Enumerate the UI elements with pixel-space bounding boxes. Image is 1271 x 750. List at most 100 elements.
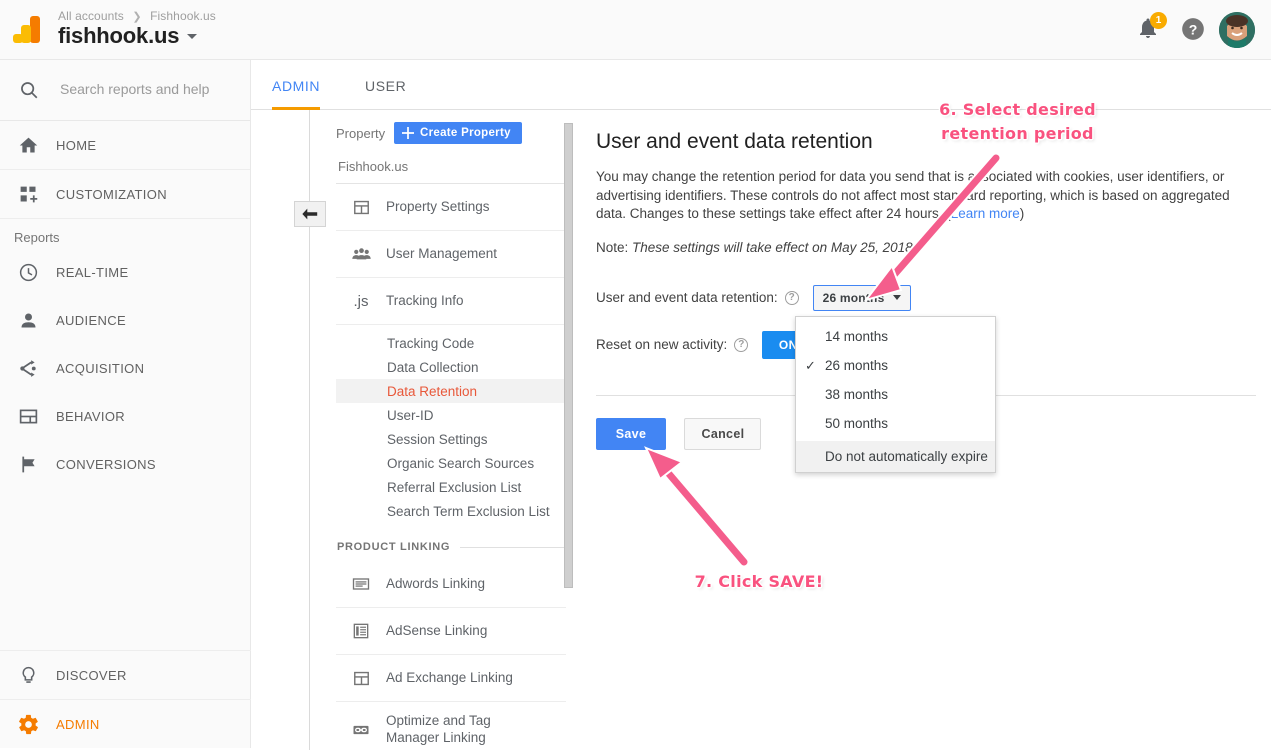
- dropdown-option-50-months[interactable]: 50 months: [796, 409, 995, 438]
- help-icon[interactable]: ?: [734, 337, 749, 352]
- property-row-adwords-linking[interactable]: Adwords Linking: [336, 561, 566, 608]
- sublink-search-term-exclusion-list[interactable]: Search Term Exclusion List: [336, 499, 566, 523]
- customization-icon: [0, 184, 56, 205]
- create-property-button[interactable]: Create Property: [394, 122, 522, 144]
- sidebar-item-admin[interactable]: ADMIN: [0, 699, 251, 748]
- breadcrumb-property[interactable]: Fishhook.us: [150, 9, 216, 23]
- property-row-tracking-info[interactable]: .js Tracking Info: [336, 278, 566, 325]
- tab-user[interactable]: USER: [365, 60, 406, 110]
- reset-field-label: Reset on new activity:: [596, 337, 728, 352]
- dropdown-option-38-months[interactable]: 38 months: [796, 380, 995, 409]
- reports-group: Reports REAL-TIME AUDIENCE ACQUISITION B…: [0, 219, 250, 488]
- dropdown-option-do-not-expire[interactable]: Do not automatically expire: [796, 441, 995, 472]
- product-linking-header: PRODUCT LINKING: [337, 541, 566, 553]
- link-icon: [336, 720, 386, 740]
- breadcrumb-separator: ❯: [132, 11, 142, 23]
- annotation-arrow-7: [644, 446, 750, 568]
- create-property-label: Create Property: [420, 127, 511, 139]
- breadcrumb-all-accounts[interactable]: All accounts: [58, 9, 124, 23]
- tab-admin-label: ADMIN: [272, 78, 321, 94]
- property-row-optimize-tag-manager-linking-label: Optimize and Tag Manager Linking: [386, 712, 491, 745]
- sublink-user-id[interactable]: User-ID: [336, 403, 566, 427]
- sidebar-item-acquisition[interactable]: ACQUISITION: [0, 344, 250, 392]
- property-row-adsense-linking[interactable]: AdSense Linking: [336, 608, 566, 655]
- clock-icon: [0, 262, 56, 283]
- property-row-property-settings[interactable]: Property Settings: [336, 184, 566, 231]
- retention-field-label: User and event data retention:: [596, 290, 778, 305]
- person-icon: [0, 310, 56, 331]
- sublink-session-settings[interactable]: Session Settings: [336, 427, 566, 451]
- dropdown-option-26-months[interactable]: 26 months: [796, 351, 995, 380]
- sublink-data-retention[interactable]: Data Retention: [336, 379, 566, 403]
- notifications-button[interactable]: 1: [1136, 12, 1167, 44]
- property-name[interactable]: Fishhook.us: [336, 150, 566, 184]
- product-linking-header-label: PRODUCT LINKING: [337, 541, 451, 553]
- cancel-button[interactable]: Cancel: [684, 417, 762, 450]
- sidebar-item-audience[interactable]: AUDIENCE: [0, 296, 250, 344]
- save-button[interactable]: Save: [596, 417, 666, 450]
- note-label: Note:: [596, 239, 633, 255]
- sublink-tracking-code[interactable]: Tracking Code: [336, 331, 566, 355]
- sidebar-item-discover-label: DISCOVER: [56, 667, 127, 683]
- sidebar-item-admin-label: ADMIN: [56, 716, 100, 732]
- property-row-optimize-tag-manager-linking[interactable]: Optimize and Tag Manager Linking: [336, 702, 566, 748]
- property-settings-icon: [336, 198, 386, 217]
- search-input[interactable]: Search reports and help: [0, 60, 250, 121]
- avatar[interactable]: [1219, 12, 1255, 48]
- property-column-scrollbar[interactable]: [564, 123, 573, 588]
- search-placeholder: Search reports and help: [60, 81, 210, 97]
- property-column: Property Create Property Fishhook.us Pro…: [336, 120, 566, 748]
- chevron-down-icon: [893, 295, 902, 300]
- google-analytics-logo[interactable]: [10, 14, 46, 46]
- note-text: Note: These settings will take effect on…: [596, 240, 1256, 255]
- sublink-data-collection[interactable]: Data Collection: [336, 355, 566, 379]
- home-icon: [0, 135, 56, 156]
- sublink-organic-search-sources[interactable]: Organic Search Sources: [336, 451, 566, 475]
- tab-admin[interactable]: ADMIN: [272, 60, 321, 110]
- tab-user-label: USER: [365, 78, 407, 94]
- dropdown-option-14-months[interactable]: 14 months: [796, 322, 995, 351]
- sidebar-item-behavior[interactable]: BEHAVIOR: [0, 392, 250, 440]
- learn-more-link[interactable]: Learn more: [951, 206, 1020, 221]
- help-button[interactable]: ?: [1180, 16, 1206, 42]
- property-row-user-management[interactable]: User Management: [336, 231, 566, 278]
- breadcrumb: All accounts ❯ Fishhook.us: [58, 9, 216, 23]
- sidebar-item-discover[interactable]: DISCOVER: [0, 650, 251, 699]
- retention-period-select[interactable]: 26 months: [812, 284, 912, 311]
- sidebar-item-real-time[interactable]: REAL-TIME: [0, 248, 250, 296]
- retention-period-dropdown[interactable]: 14 months 26 months 38 months 50 months …: [795, 316, 996, 473]
- help-icon[interactable]: ?: [784, 290, 799, 305]
- adexchange-icon: [336, 669, 386, 688]
- annotation-step-7: 7. Click SAVE!: [694, 572, 824, 591]
- tracking-info-sublist: Tracking Code Data Collection Data Reten…: [336, 325, 566, 527]
- users-icon: [336, 244, 386, 265]
- js-icon: .js: [353, 292, 369, 310]
- left-sidebar: Search reports and help HOME CUSTOMIZATI…: [0, 60, 251, 748]
- sidebar-item-home[interactable]: HOME: [0, 121, 250, 170]
- retention-field-row: User and event data retention: ? 26 mont…: [596, 284, 1256, 311]
- plus-icon: [402, 127, 414, 139]
- property-row-tracking-info-label: Tracking Info: [386, 292, 464, 308]
- behavior-icon: [0, 406, 56, 427]
- lightbulb-icon: [0, 665, 56, 686]
- retention-period-value: 26 months: [822, 290, 885, 305]
- note-body: These settings will take effect on May 2…: [632, 239, 913, 255]
- account-title[interactable]: fishhook.us: [58, 23, 198, 49]
- sidebar-item-audience-label: AUDIENCE: [56, 312, 126, 328]
- admin-tabstrip: ADMIN USER: [251, 60, 1271, 110]
- sidebar-item-acquisition-label: ACQUISITION: [56, 360, 145, 376]
- divider: [460, 546, 566, 548]
- description-text: You may change the retention period for …: [596, 168, 1244, 224]
- sidebar-item-behavior-label: BEHAVIOR: [56, 408, 126, 424]
- sidebar-item-conversions[interactable]: CONVERSIONS: [0, 440, 250, 488]
- property-row-ad-exchange-linking[interactable]: Ad Exchange Linking: [336, 655, 566, 702]
- sidebar-bottom-group: DISCOVER ADMIN: [0, 650, 251, 748]
- tab-active-underline: [272, 107, 321, 110]
- collapse-sidebar-button[interactable]: [294, 201, 326, 227]
- sidebar-item-customization[interactable]: CUSTOMIZATION: [0, 170, 250, 219]
- help-icon: ?: [1182, 18, 1204, 40]
- property-row-adsense-linking-label: AdSense Linking: [386, 622, 488, 638]
- description-part2: ): [1019, 206, 1025, 221]
- top-header: All accounts ❯ Fishhook.us fishhook.us 1…: [0, 0, 1271, 60]
- sublink-referral-exclusion-list[interactable]: Referral Exclusion List: [336, 475, 566, 499]
